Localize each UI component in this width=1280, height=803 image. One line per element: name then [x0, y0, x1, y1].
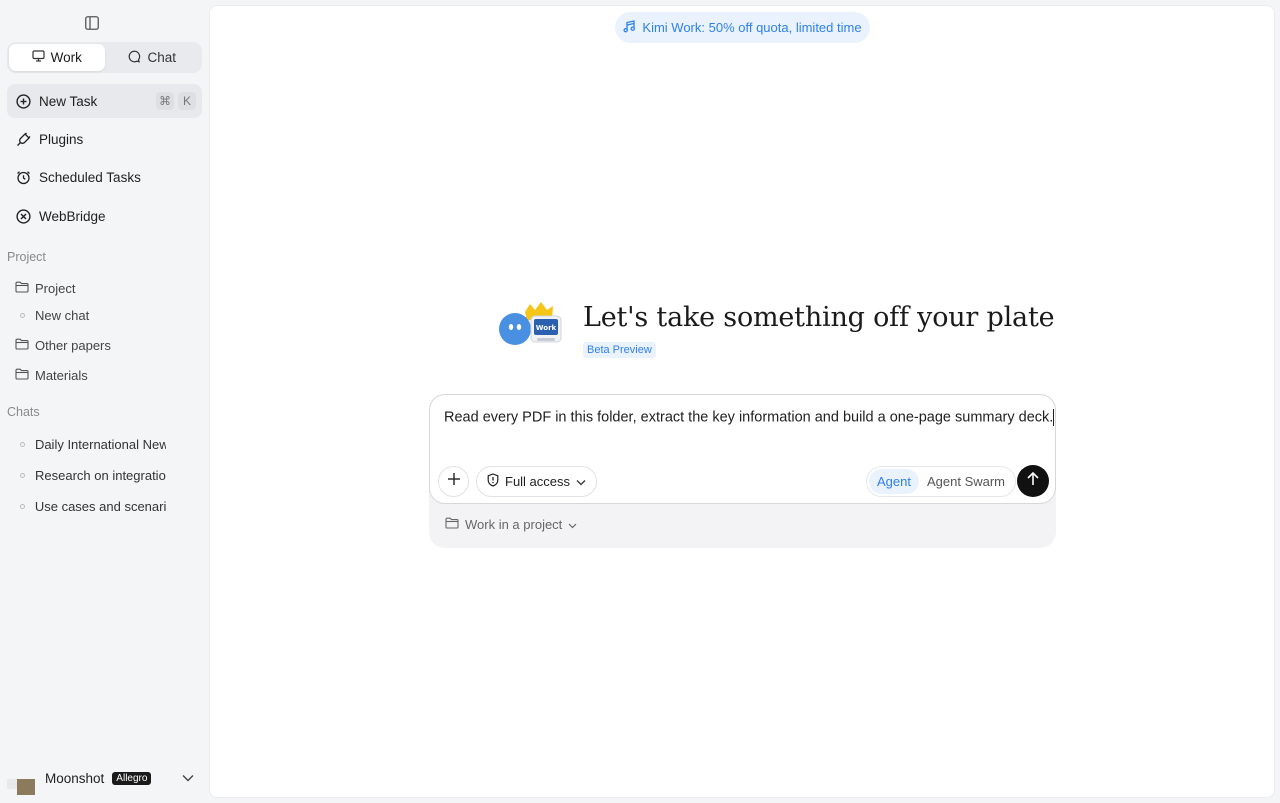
work-in-project-dropdown[interactable]: Work in a project	[445, 517, 577, 532]
prompt-text: Read every PDF in this folder, extract t…	[444, 409, 1054, 426]
music-note-icon	[623, 19, 636, 36]
work-in-project-label: Work in a project	[465, 517, 563, 532]
k-key: K	[178, 92, 196, 110]
scheduled-tasks-label: Scheduled Tasks	[39, 169, 141, 185]
folder-icon	[15, 368, 29, 383]
chat-item-label: Daily International New	[34, 436, 166, 452]
folder-icon	[15, 338, 29, 353]
attach-button[interactable]	[438, 466, 469, 497]
arrow-up-icon	[1026, 471, 1040, 491]
chat-item-daily-international[interactable]: Daily International New	[20, 433, 166, 455]
mode-agent-swarm[interactable]: Agent Swarm	[919, 469, 1013, 494]
plan-badge: Allegro	[112, 771, 152, 785]
sidebar-item-webbridge[interactable]: WebBridge	[7, 199, 202, 233]
plus-icon	[447, 472, 461, 491]
sidebar-item-plugins[interactable]: Plugins	[7, 122, 202, 156]
tab-chat[interactable]: Chat	[105, 44, 201, 71]
main-panel: Kimi Work: 50% off quota, limited time W…	[209, 5, 1275, 798]
chat-dot-icon	[20, 472, 25, 478]
shield-icon	[487, 473, 499, 490]
chat-dot-icon	[20, 312, 25, 318]
chat-item-use-cases[interactable]: Use cases and scenario	[20, 495, 166, 517]
agent-mode-switch: Agent Agent Swarm	[866, 466, 1017, 497]
hero: Work Let's take something off your plate…	[497, 302, 1055, 362]
prompt-input[interactable]: Read every PDF in this folder, extract t…	[444, 409, 1055, 426]
tab-work-label: Work	[50, 50, 82, 65]
command-key: ⌘	[156, 92, 174, 110]
composer: Read every PDF in this folder, extract t…	[429, 394, 1056, 504]
promo-banner[interactable]: Kimi Work: 50% off quota, limited time	[615, 12, 870, 43]
new-chat-label: New chat	[35, 307, 90, 323]
new-task-button[interactable]: New Task ⌘ K	[7, 84, 202, 118]
folder-icon	[15, 281, 29, 296]
project-folder-label: Project	[35, 280, 76, 296]
avatar	[7, 765, 37, 795]
chat-bubble-icon	[128, 50, 141, 66]
project-folder-materials[interactable]: Materials	[15, 363, 200, 387]
materials-label: Materials	[35, 367, 88, 383]
keyboard-shortcut: ⌘ K	[156, 92, 196, 110]
plus-circle-icon	[15, 93, 31, 109]
chats-section-label: Chats	[7, 405, 40, 419]
plugins-label: Plugins	[39, 131, 84, 147]
chat-item-label: Research on integratio	[35, 467, 166, 483]
kimi-work-mascot: Work	[497, 302, 567, 348]
sidebar-toggle-icon[interactable]	[83, 14, 101, 32]
chevron-down-icon	[576, 474, 586, 489]
mode-agent[interactable]: Agent	[869, 469, 919, 494]
promo-text: Kimi Work: 50% off quota, limited time	[642, 20, 862, 35]
chevron-down-icon	[568, 517, 577, 532]
project-folder-other-papers[interactable]: Other papers	[15, 333, 200, 357]
project-section-label: Project	[7, 250, 46, 264]
composer-container: Read every PDF in this folder, extract t…	[429, 394, 1056, 548]
alarm-clock-icon	[15, 169, 31, 185]
chat-item-research-integration[interactable]: Research on integratio	[20, 464, 166, 486]
page-title: Let's take something off your plate	[583, 302, 1055, 333]
project-folder-project[interactable]: Project	[15, 276, 200, 300]
user-name: Moonshot	[45, 770, 105, 786]
project-chat-new-chat[interactable]: New chat	[20, 303, 205, 327]
plug-icon	[15, 131, 31, 147]
access-level-dropdown[interactable]: Full access	[476, 466, 598, 497]
user-profile[interactable]: Moonshot Allegro	[7, 764, 202, 795]
beta-badge: Beta Preview	[583, 342, 656, 358]
sidebar-item-scheduled-tasks[interactable]: Scheduled Tasks	[7, 160, 202, 194]
new-task-label: New Task	[39, 93, 98, 109]
app-window: Work Chat New Task ⌘ K Plugins Scheduled…	[0, 0, 1280, 803]
other-papers-label: Other papers	[35, 337, 111, 353]
mode-switch: Work Chat	[7, 42, 202, 73]
tab-chat-label: Chat	[147, 50, 177, 65]
chat-dot-icon	[20, 503, 25, 509]
tab-work[interactable]: Work	[9, 44, 105, 71]
chat-item-label: Use cases and scenario	[34, 498, 166, 514]
folder-icon	[445, 517, 459, 532]
access-label: Full access	[505, 474, 571, 489]
chevron-down-icon[interactable]	[182, 774, 194, 782]
monitor-icon	[32, 50, 45, 65]
send-button[interactable]	[1017, 465, 1049, 497]
chat-dot-icon	[20, 441, 25, 447]
sidebar: Work Chat New Task ⌘ K Plugins Scheduled…	[0, 0, 209, 803]
text-caret	[1053, 409, 1055, 426]
webbridge-label: WebBridge	[39, 208, 106, 224]
svg-text:Work: Work	[536, 324, 557, 332]
webbridge-icon	[15, 208, 31, 224]
